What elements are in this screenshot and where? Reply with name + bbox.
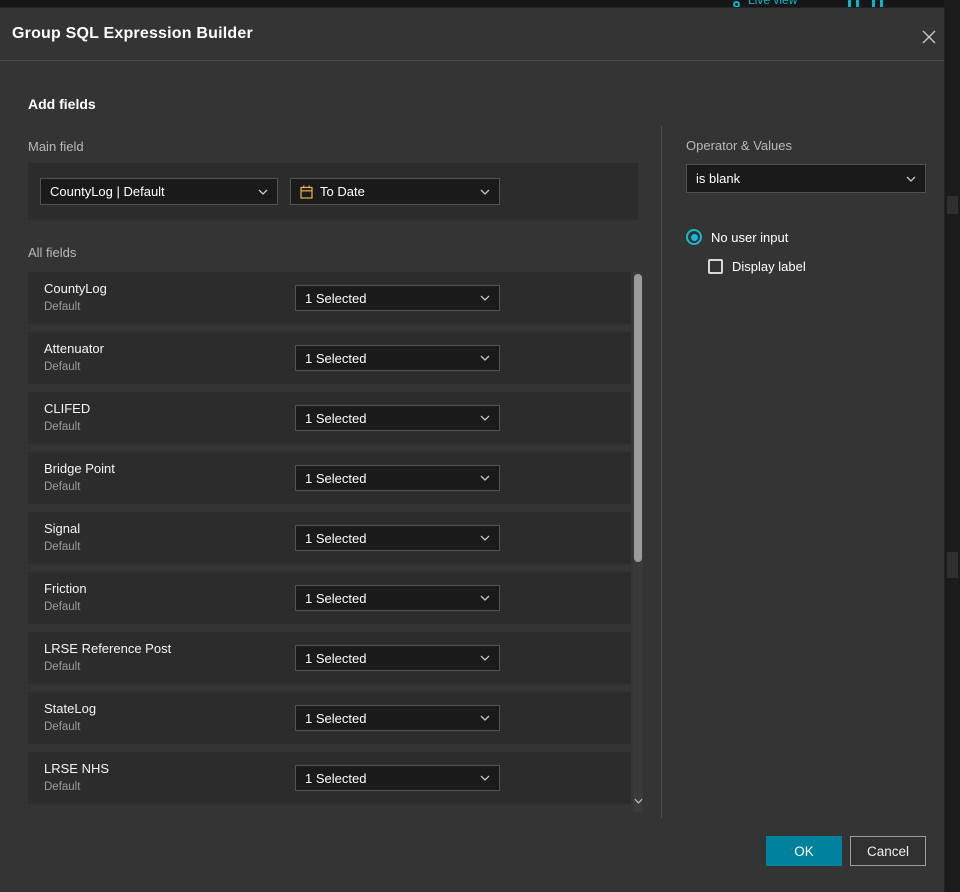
- main-field-label: Main field: [28, 139, 84, 154]
- chevron-down-icon: [480, 355, 490, 361]
- group-sql-expression-builder-dialog: Group SQL Expression Builder Add fields …: [0, 8, 944, 892]
- all-fields-list: CountyLog Default 1 Selected Attenuator …: [28, 272, 631, 812]
- radio-icon: [686, 229, 702, 245]
- chevron-down-icon: [480, 475, 490, 481]
- field-selected-value: 1 Selected: [305, 470, 367, 486]
- chevron-down-icon: [480, 415, 490, 421]
- field-type: Default: [44, 781, 81, 793]
- background-topbar: Live view: [0, 0, 960, 8]
- toolbar-fragment-icon: [872, 0, 875, 8]
- field-selected-dropdown[interactable]: 1 Selected: [295, 765, 500, 791]
- field-selected-value: 1 Selected: [305, 710, 367, 726]
- main-field-date-select[interactable]: To Date: [290, 178, 500, 205]
- no-user-input-label: No user input: [711, 229, 789, 245]
- dialog-title: Group SQL Expression Builder: [12, 25, 253, 42]
- field-selected-value: 1 Selected: [305, 590, 367, 606]
- operator-select[interactable]: is blank: [686, 164, 926, 193]
- field-selected-dropdown[interactable]: 1 Selected: [295, 645, 500, 671]
- toolbar-fragment-icon: [880, 0, 883, 8]
- field-row: CountyLog Default 1 Selected: [28, 272, 631, 324]
- field-name: CountyLog: [44, 281, 107, 296]
- chevron-down-icon: [258, 189, 268, 195]
- cancel-button[interactable]: Cancel: [850, 836, 926, 866]
- field-selected-dropdown[interactable]: 1 Selected: [295, 345, 500, 371]
- scrollbar-thumb[interactable]: [634, 274, 642, 562]
- field-selected-dropdown[interactable]: 1 Selected: [295, 705, 500, 731]
- field-row: Attenuator Default 1 Selected: [28, 332, 631, 384]
- all-fields-label: All fields: [28, 245, 77, 260]
- scrollbar-down-icon[interactable]: [633, 794, 643, 808]
- field-type: Default: [44, 661, 81, 673]
- field-selected-value: 1 Selected: [305, 350, 367, 366]
- field-row: Friction Default 1 Selected: [28, 572, 631, 624]
- background-panel-fragment: [947, 552, 958, 578]
- checkbox-icon: [708, 259, 723, 274]
- field-selected-value: 1 Selected: [305, 290, 367, 306]
- field-type: Default: [44, 421, 81, 433]
- chevron-down-icon: [480, 535, 490, 541]
- no-user-input-radio[interactable]: No user input: [686, 229, 788, 245]
- display-label-checkbox[interactable]: Display label: [708, 259, 806, 274]
- chevron-down-icon: [906, 176, 916, 182]
- chevron-down-icon: [480, 295, 490, 301]
- field-selected-dropdown[interactable]: 1 Selected: [295, 585, 500, 611]
- main-field-select-value: CountyLog | Default: [50, 184, 165, 199]
- field-selected-dropdown[interactable]: 1 Selected: [295, 405, 500, 431]
- chevron-down-icon: [480, 655, 490, 661]
- toolbar-fragment-icon: [848, 0, 851, 8]
- field-row: LRSE Reference Post Default 1 Selected: [28, 632, 631, 684]
- field-name: LRSE Reference Post: [44, 641, 172, 656]
- field-row: Signal Default 1 Selected: [28, 512, 631, 564]
- field-selected-dropdown[interactable]: 1 Selected: [295, 285, 500, 311]
- live-view-label: Live view: [748, 0, 798, 7]
- radio-dot-icon: [690, 233, 698, 241]
- header-divider: [0, 60, 944, 61]
- toolbar-fragment-icon: [856, 0, 859, 8]
- calendar-icon: [300, 185, 313, 199]
- field-type: Default: [44, 601, 81, 613]
- chevron-down-icon: [480, 595, 490, 601]
- background-panel-fragment: [947, 196, 958, 214]
- add-fields-heading: Add fields: [28, 96, 96, 112]
- field-type: Default: [44, 541, 81, 553]
- all-fields-scrollbar[interactable]: [633, 272, 643, 812]
- field-type: Default: [44, 301, 81, 313]
- field-name: StateLog: [44, 701, 97, 716]
- field-name: CLIFED: [44, 401, 91, 416]
- field-row: StateLog Default 1 Selected: [28, 692, 631, 744]
- main-field-row: CountyLog | Default To Date: [28, 163, 638, 220]
- field-row: LRSE NHS Default 1 Selected: [28, 752, 631, 804]
- field-selected-value: 1 Selected: [305, 770, 367, 786]
- field-name: Signal: [44, 521, 81, 536]
- main-field-select[interactable]: CountyLog | Default: [40, 178, 278, 205]
- field-row: CLIFED Default 1 Selected: [28, 392, 631, 444]
- operator-values-label: Operator & Values: [686, 138, 792, 153]
- background-right-strip: [944, 0, 960, 892]
- field-selected-value: 1 Selected: [305, 650, 367, 666]
- field-selected-dropdown[interactable]: 1 Selected: [295, 465, 500, 491]
- field-selected-value: 1 Selected: [305, 530, 367, 546]
- chevron-down-icon: [480, 775, 490, 781]
- field-selected-dropdown[interactable]: 1 Selected: [295, 525, 500, 551]
- live-view-dot-icon: [733, 1, 740, 8]
- chevron-down-icon: [480, 715, 490, 721]
- main-field-date-select-value: To Date: [320, 184, 365, 199]
- field-type: Default: [44, 361, 81, 373]
- field-name: Bridge Point: [44, 461, 115, 476]
- field-name: Attenuator: [44, 341, 104, 356]
- field-row: Bridge Point Default 1 Selected: [28, 452, 631, 504]
- field-name: Friction: [44, 581, 87, 596]
- close-icon[interactable]: [920, 28, 938, 46]
- field-selected-value: 1 Selected: [305, 410, 367, 426]
- chevron-down-icon: [480, 189, 490, 195]
- ok-button[interactable]: OK: [766, 836, 842, 866]
- column-divider: [661, 126, 662, 818]
- field-name: LRSE NHS: [44, 761, 110, 776]
- field-type: Default: [44, 721, 81, 733]
- display-label-label: Display label: [732, 259, 806, 274]
- operator-select-value: is blank: [696, 171, 741, 186]
- field-type: Default: [44, 481, 81, 493]
